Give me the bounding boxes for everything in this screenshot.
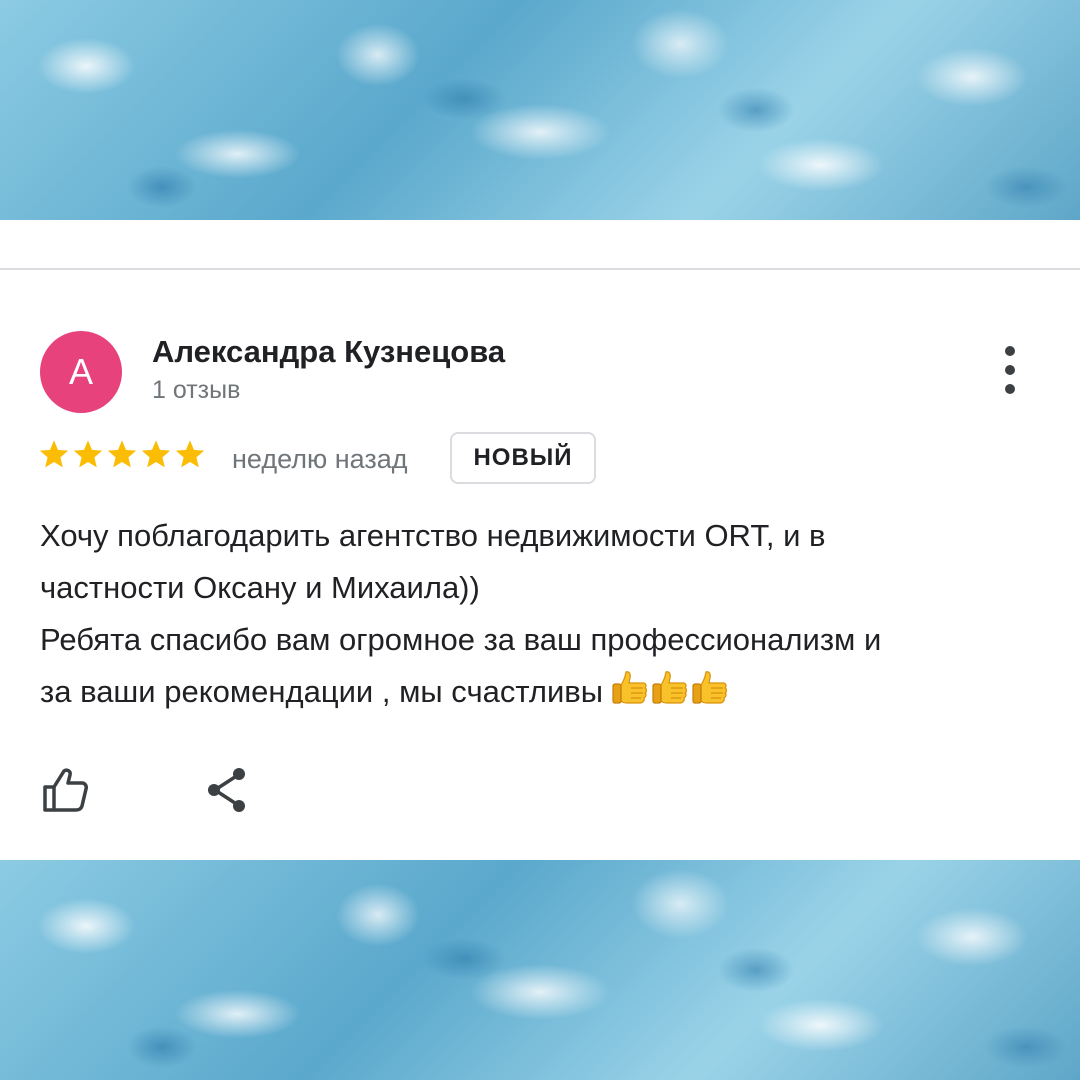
star-icon <box>175 440 205 468</box>
share-icon <box>208 768 245 812</box>
review-text-line: Ребята спасибо вам огромное за ваш профе… <box>40 622 882 657</box>
water-background-top <box>0 0 1080 220</box>
star-icon <box>107 440 137 468</box>
star-rating <box>38 438 206 470</box>
thumbs-up-emoji-glyph <box>692 671 728 704</box>
star-icon <box>39 440 69 468</box>
divider <box>0 268 1080 270</box>
water-background-bottom <box>0 860 1080 1080</box>
review-card: А Александра Кузнецова 1 отзыв неделю на… <box>0 220 1080 860</box>
author-name[interactable]: Александра Кузнецова <box>152 334 505 370</box>
thumbs-up-emoji-glyph <box>612 671 648 704</box>
star-icon <box>141 440 171 468</box>
review-text-line-content: за ваши рекомендации , мы счастливы <box>40 674 604 709</box>
more-vert-icon <box>1005 346 1015 356</box>
review-count: 1 отзыв <box>152 376 241 404</box>
new-badge: НОВЫЙ <box>450 432 596 484</box>
star-icon <box>73 440 103 468</box>
like-button[interactable] <box>40 764 92 816</box>
review-text-line: Хочу поблагодарить агентство недвижимост… <box>40 518 826 553</box>
thumbs-up-emoji-glyph <box>652 671 688 704</box>
share-button[interactable] <box>202 764 252 816</box>
review-text-line: за ваши рекомендации , мы счастливы <box>40 666 1040 724</box>
more-vert-icon-dot <box>1005 365 1015 375</box>
more-options-button[interactable] <box>990 346 1030 394</box>
review-text-line: частности Оксану и Михаила)) <box>40 570 480 605</box>
avatar[interactable]: А <box>40 331 122 413</box>
thumbs-up-emoji <box>609 668 729 724</box>
review-date: неделю назад <box>232 444 408 474</box>
thumb-up-icon <box>43 768 88 812</box>
review-text: Хочу поблагодарить агентство недвижимост… <box>40 510 1040 724</box>
more-vert-icon-dot <box>1005 384 1015 394</box>
